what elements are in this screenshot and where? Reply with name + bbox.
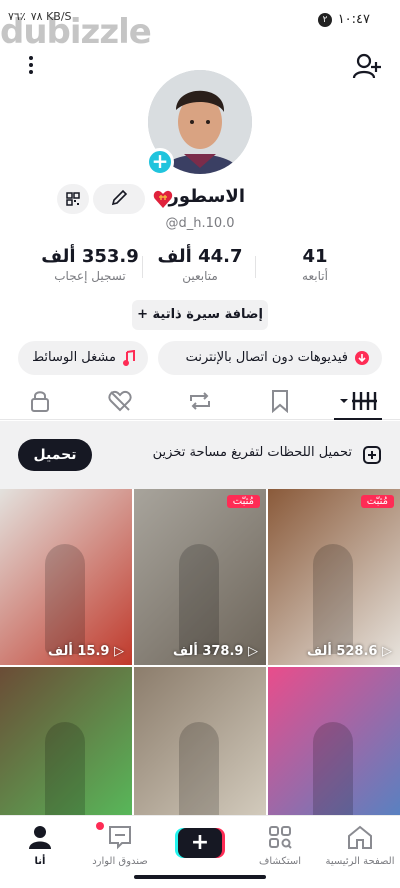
inbox-icon xyxy=(109,826,131,850)
videos-grid-icon xyxy=(340,392,377,410)
following-stat[interactable]: 41 أتابعه xyxy=(280,246,350,283)
lock-icon xyxy=(31,391,49,412)
bookmark-icon xyxy=(272,390,288,413)
discover-icon xyxy=(269,826,292,849)
play-icon: ▷ xyxy=(109,644,124,659)
notification-badge: ٢ xyxy=(318,13,332,27)
heart-emoji-icon xyxy=(153,190,173,208)
pinned-badge: مُثبّت xyxy=(226,495,260,508)
tab-videos[interactable] xyxy=(338,387,378,415)
followers-count: 44.7 ألف xyxy=(157,246,243,267)
nav-discover-label: استكشاف xyxy=(258,856,302,867)
download-button[interactable]: تحميل xyxy=(18,439,92,471)
home-icon xyxy=(348,825,372,849)
add-avatar-button[interactable]: + xyxy=(146,148,174,176)
video-figure xyxy=(179,544,219,654)
create-button[interactable]: + xyxy=(178,828,222,858)
battery-level: ٧٦٪ xyxy=(8,10,26,23)
hidden-heart-icon xyxy=(108,390,132,412)
inbox-notification-dot xyxy=(96,822,104,830)
add-bio-label: إضافة سيرة ذاتية xyxy=(152,307,263,322)
repost-icon xyxy=(190,392,210,410)
following-count: 41 xyxy=(302,246,328,267)
download-circle-icon xyxy=(355,350,369,365)
nav-me[interactable]: أنا xyxy=(2,824,78,867)
likes-count: 353.9 ألف xyxy=(41,246,139,267)
storage-banner: تحميل اللحظات لتفريغ مساحة تخزين تحميل xyxy=(0,421,400,489)
plus-icon: + xyxy=(137,307,148,322)
home-indicator xyxy=(134,875,266,879)
add-box-icon xyxy=(363,446,381,464)
profile-stats: 41 أتابعه 44.7 ألف متابعين 353.9 ألف تسج… xyxy=(0,246,400,290)
followers-stat[interactable]: 44.7 ألف متابعين xyxy=(150,246,250,283)
pinned-badge: مُثبّت xyxy=(360,495,394,508)
video-view-count: ▷ 15.9 ألف xyxy=(48,644,124,659)
menu-dots-icon[interactable] xyxy=(24,53,38,79)
qr-code-icon xyxy=(66,192,80,206)
add-user-icon[interactable] xyxy=(352,52,382,80)
views-label: 378.9 ألف xyxy=(172,644,244,659)
media-player-label: مشغل الوسائط xyxy=(32,350,116,365)
video-figure xyxy=(313,544,353,654)
network-speed: ٧٨ KB/S xyxy=(30,10,72,23)
profile-tabs xyxy=(0,380,400,420)
offline-videos-label: فيديوهات دون اتصال بالإنترنت xyxy=(185,350,348,365)
play-icon: ▷ xyxy=(243,644,258,659)
nav-home-label: الصفحة الرئيسية xyxy=(325,856,395,867)
storage-banner-text: تحميل اللحظات لتفريغ مساحة تخزين xyxy=(152,445,352,460)
likes-stat[interactable]: 353.9 ألف تسجيل إعجاب xyxy=(40,246,140,283)
video-figure xyxy=(45,544,85,654)
nav-home[interactable]: الصفحة الرئيسية xyxy=(322,824,398,867)
pencil-icon xyxy=(111,189,128,206)
status-bar: dubizzle ٧٦٪ ٧٨ KB/S ٢ ١٠:٤٧ xyxy=(0,0,400,52)
nav-discover[interactable]: استكشاف xyxy=(242,824,318,867)
tab-private[interactable] xyxy=(20,387,60,415)
views-label: 528.6 ألف xyxy=(306,644,378,659)
username: @d_h.10.0 xyxy=(165,216,235,231)
active-tab-indicator xyxy=(334,418,382,420)
bottom-nav: الصفحة الرئيسية استكشاف + صندوق الوارد أ… xyxy=(0,815,400,888)
music-note-icon xyxy=(123,349,135,366)
video-thumbnail[interactable]: مُثبّت ▷ 378.9 ألف xyxy=(134,489,266,665)
nav-me-label: أنا xyxy=(34,856,46,867)
likes-label: تسجيل إعجاب xyxy=(54,269,126,283)
play-icon: ▷ xyxy=(377,644,392,659)
tab-favorites[interactable] xyxy=(260,387,300,415)
status-time: ١٠:٤٧ xyxy=(337,12,370,27)
video-view-count: ▷ 528.6 ألف xyxy=(307,644,392,659)
nav-inbox-label: صندوق الوارد xyxy=(92,856,148,867)
media-player-chip[interactable]: مشغل الوسائط xyxy=(18,341,148,375)
offline-videos-chip[interactable]: فيديوهات دون اتصال بالإنترنت xyxy=(158,341,382,375)
tab-reposts[interactable] xyxy=(180,387,220,415)
video-thumbnail[interactable]: مُثبّت ▷ 528.6 ألف xyxy=(268,489,400,665)
profile-icon xyxy=(29,826,51,849)
video-view-count: ▷ 378.9 ألف xyxy=(173,644,258,659)
status-left-info: ٧٦٪ ٧٨ KB/S xyxy=(8,10,72,23)
video-thumbnail[interactable]: ▷ 15.9 ألف xyxy=(0,489,132,665)
tab-liked[interactable] xyxy=(100,387,140,415)
add-bio-button[interactable]: إضافة سيرة ذاتية + xyxy=(132,300,268,330)
views-label: 15.9 ألف xyxy=(48,644,110,659)
qr-code-button[interactable] xyxy=(57,184,89,214)
following-label: أتابعه xyxy=(302,269,328,283)
edit-profile-button[interactable] xyxy=(93,184,145,214)
followers-label: متابعين xyxy=(182,269,218,283)
nav-inbox[interactable]: صندوق الوارد xyxy=(82,824,158,867)
